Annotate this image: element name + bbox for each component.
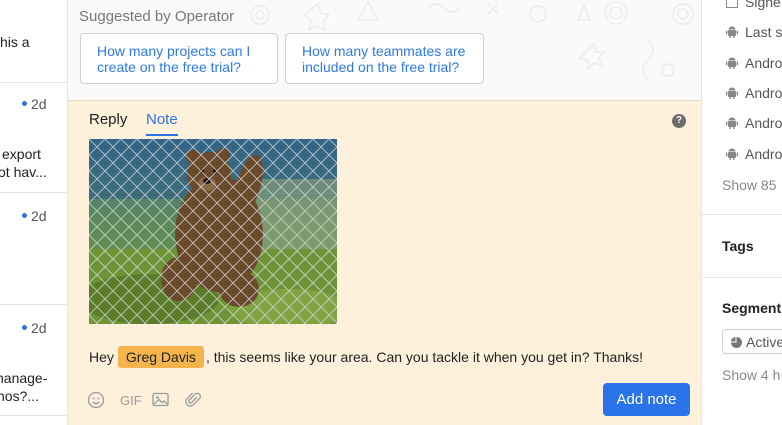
unread-dot [22, 325, 27, 330]
device-label: Andro [745, 146, 782, 162]
divider [0, 304, 67, 305]
show-more-segments-link[interactable]: Show 4 h [722, 367, 780, 383]
conversation-snippet: nos?... [0, 388, 40, 404]
note-suffix: , this seems like your area. Can you tac… [205, 349, 644, 365]
suggestion-line: How many projects can I [97, 43, 251, 59]
conversation-snippet: ot hav... [0, 164, 47, 180]
attachment-icon[interactable] [185, 391, 202, 408]
segments-title[interactable]: Segments [722, 300, 782, 316]
suggestion-line: included on the free trial? [302, 59, 460, 75]
image-icon[interactable] [152, 391, 169, 408]
emoji-icon[interactable] [87, 391, 105, 409]
tab-note[interactable]: Note [146, 111, 178, 136]
android-icon [726, 117, 738, 129]
suggestion-line: How many teammates are [302, 43, 466, 59]
note-prefix: Hey [89, 349, 114, 365]
help-icon[interactable]: ? [672, 114, 686, 128]
suggestions-title: Suggested by Operator [79, 8, 235, 25]
unread-dot [22, 101, 27, 106]
tab-reply[interactable]: Reply [89, 111, 127, 134]
divider [0, 192, 67, 193]
signed-up-label: Signe [745, 0, 781, 10]
user-details-sidebar: Signe Last s Andro Andro Andro Andro Sho… [701, 0, 782, 425]
conversation-time: 2d [22, 208, 48, 224]
bear-gif-image [89, 139, 337, 324]
pie-icon [731, 337, 742, 348]
device-label: Andro [745, 115, 782, 131]
suggestion-button-teammates[interactable]: How many teammates are included on the f… [285, 33, 484, 84]
android-icon [726, 87, 738, 99]
last-seen-label: Last s [745, 24, 782, 40]
conversation-snippet: his a [0, 34, 30, 50]
segment-active-chip[interactable]: Active [722, 329, 782, 354]
gif-button[interactable]: GIF [120, 393, 142, 408]
segment-label: Active [746, 334, 782, 350]
show-more-devices-link[interactable]: Show 85 [722, 177, 776, 193]
conversation-time: 2d [22, 320, 48, 336]
divider [702, 214, 782, 215]
suggestion-line: create on the free trial? [97, 59, 241, 75]
conversation-list: his a 2d export ot hav... 2d 2d nanage- … [0, 0, 68, 425]
mention-chip[interactable]: Greg Davis [117, 346, 204, 368]
divider [0, 415, 67, 416]
device-label: Andro [745, 55, 782, 71]
conversation-pane: Suggested by Operator How many projects … [68, 0, 701, 425]
divider [0, 82, 67, 83]
note-composer: Reply Note ? Hey Greg Davis , this seems… [68, 100, 701, 425]
suggestion-button-projects[interactable]: How many projects can I create on the fr… [80, 33, 278, 84]
calendar-icon [726, 0, 738, 8]
android-icon [726, 148, 738, 160]
divider [702, 277, 782, 278]
note-text[interactable]: Hey Greg Davis, this seems like your area… [89, 346, 643, 368]
unread-dot [22, 213, 27, 218]
android-icon [726, 57, 738, 69]
device-label: Andro [745, 85, 782, 101]
tags-title[interactable]: Tags [722, 238, 754, 254]
android-icon [726, 26, 738, 38]
conversation-time: 2d [22, 96, 48, 112]
add-note-button[interactable]: Add note [603, 383, 690, 416]
